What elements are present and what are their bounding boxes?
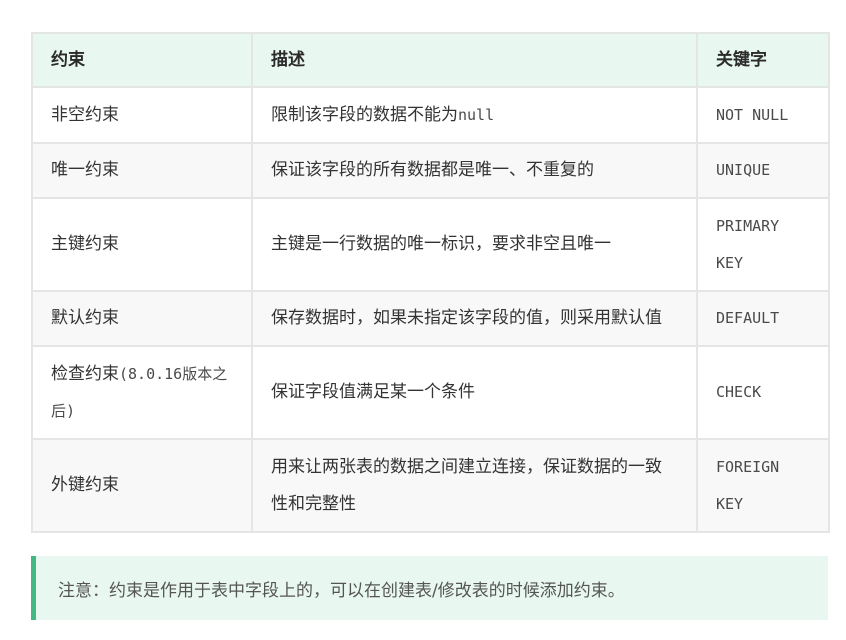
- constraint-name: 检查约束: [51, 363, 119, 384]
- cell-keyword: NOT NULL: [696, 86, 830, 144]
- cell-constraint-name: 默认约束: [31, 290, 253, 347]
- cell-description: 保证该字段的所有数据都是唯一、不重复的: [251, 142, 698, 199]
- cell-description: 用来让两张表的数据之间建立连接，保证数据的一致性和完整性: [251, 438, 698, 533]
- cell-description: 保存数据时，如果未指定该字段的值，则采用默认值: [251, 290, 698, 347]
- table-row: 主键约束 主键是一行数据的唯一标识，要求非空且唯一 PRIMARY KEY: [31, 197, 830, 292]
- cell-keyword: FOREIGN KEY: [696, 438, 830, 533]
- cell-description: 限制该字段的数据不能为null: [251, 86, 698, 144]
- table-row: 唯一约束 保证该字段的所有数据都是唯一、不重复的 UNIQUE: [31, 142, 830, 199]
- table-header-row: 约束 描述 关键字: [31, 32, 830, 88]
- cell-constraint-name: 主键约束: [31, 197, 253, 292]
- constraint-name: 外键约束: [51, 475, 119, 495]
- constraints-table: 约束 描述 关键字 非空约束 限制该字段的数据不能为null NOT NULL …: [31, 32, 830, 533]
- constraint-name: 默认约束: [51, 308, 119, 328]
- cell-keyword: CHECK: [696, 345, 830, 440]
- cell-constraint-name: 外键约束: [31, 438, 253, 533]
- constraints-table-wrapper: 约束 描述 关键字 非空约束 限制该字段的数据不能为null NOT NULL …: [31, 32, 830, 533]
- cell-constraint-name: 唯一约束: [31, 142, 253, 199]
- table-row: 检查约束(8.0.16版本之后) 保证字段值满足某一个条件 CHECK: [31, 345, 830, 440]
- header-description: 描述: [251, 32, 698, 88]
- cell-keyword: UNIQUE: [696, 142, 830, 199]
- constraint-name: 主键约束: [51, 234, 119, 254]
- cell-constraint-name: 非空约束: [31, 86, 253, 144]
- cell-constraint-name: 检查约束(8.0.16版本之后): [31, 345, 253, 440]
- description-text: 保证字段值满足某一个条件: [271, 382, 475, 402]
- note-callout: 注意：约束是作用于表中字段上的，可以在创建表/修改表的时候添加约束。: [31, 556, 828, 620]
- cell-description: 主键是一行数据的唯一标识，要求非空且唯一: [251, 197, 698, 292]
- description-code: null: [458, 105, 495, 124]
- header-keyword: 关键字: [696, 32, 830, 88]
- table-row: 外键约束 用来让两张表的数据之间建立连接，保证数据的一致性和完整性 FOREIG…: [31, 438, 830, 533]
- description-text: 保证该字段的所有数据都是唯一、不重复的: [271, 160, 594, 180]
- constraint-name: 唯一约束: [51, 160, 119, 180]
- description-text: 保存数据时，如果未指定该字段的值，则采用默认值: [271, 308, 662, 328]
- constraint-name: 非空约束: [51, 104, 119, 125]
- header-constraint: 约束: [31, 32, 253, 88]
- description-text: 主键是一行数据的唯一标识，要求非空且唯一: [271, 234, 611, 254]
- cell-keyword: PRIMARY KEY: [696, 197, 830, 292]
- note-text: 注意：约束是作用于表中字段上的，可以在创建表/修改表的时候添加约束。: [58, 580, 625, 601]
- cell-keyword: DEFAULT: [696, 290, 830, 347]
- table-row: 非空约束 限制该字段的数据不能为null NOT NULL: [31, 86, 830, 144]
- cell-description: 保证字段值满足某一个条件: [251, 345, 698, 440]
- table-row: 默认约束 保存数据时，如果未指定该字段的值，则采用默认值 DEFAULT: [31, 290, 830, 347]
- description-text: 限制该字段的数据不能为: [271, 104, 458, 125]
- description-text: 用来让两张表的数据之间建立连接，保证数据的一致性和完整性: [271, 456, 662, 514]
